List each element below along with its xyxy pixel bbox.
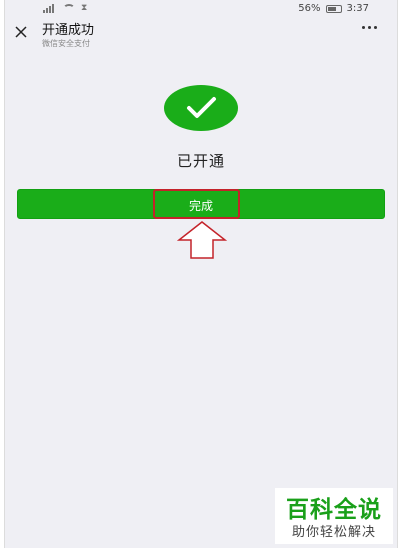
battery-icon xyxy=(325,4,342,13)
close-icon[interactable] xyxy=(13,24,29,40)
phone-screen: ⧗ 56% 3:37 开通成功 微信安全支付 已开通 完成 百科全说 助你轻松解… xyxy=(4,0,398,548)
highlight-annotation xyxy=(153,189,240,219)
page-title: 开通成功 xyxy=(42,23,95,38)
up-arrow-icon xyxy=(177,221,227,259)
success-badge xyxy=(164,85,238,131)
signal-icon xyxy=(43,3,57,13)
clock: 3:37 xyxy=(346,3,369,14)
checkmark-icon xyxy=(187,97,216,118)
watermark-tagline: 助你轻松解决 xyxy=(291,525,376,540)
header-bar: 开通成功 微信安全支付 xyxy=(5,18,397,52)
status-text: 已开通 xyxy=(176,152,225,170)
wifi-icon xyxy=(63,3,75,13)
watermark-brand: 百科全说 xyxy=(286,497,382,523)
more-icon[interactable] xyxy=(362,26,377,29)
page-subtitle: 微信安全支付 xyxy=(42,39,90,48)
watermark-logo: 百科全说 助你轻松解决 xyxy=(275,488,393,544)
status-icons-right: 56% 3:37 xyxy=(298,3,369,14)
title-block: 开通成功 微信安全支付 xyxy=(42,23,94,49)
status-bar: ⧗ 56% 3:37 xyxy=(5,0,397,18)
status-icons-left: ⧗ xyxy=(43,3,87,13)
battery-percent: 56% xyxy=(298,3,321,14)
hourglass-icon: ⧗ xyxy=(81,3,88,13)
